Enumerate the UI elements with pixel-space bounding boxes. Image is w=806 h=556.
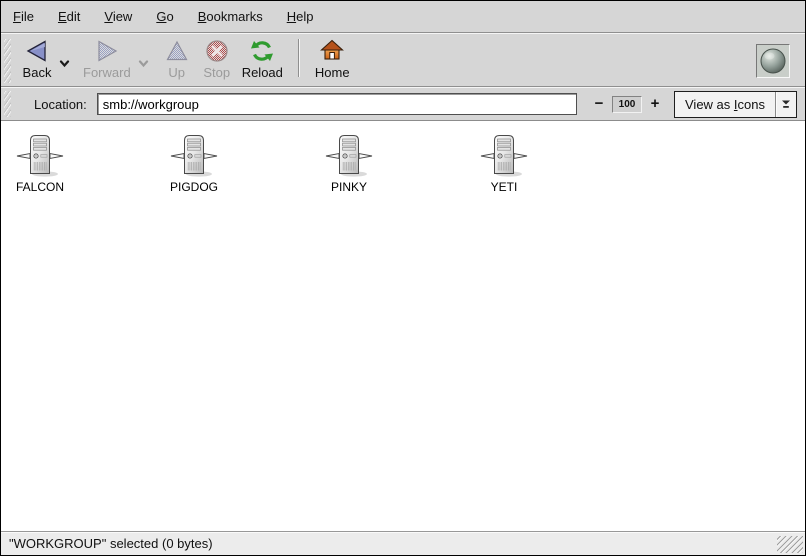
server-icon (16, 133, 64, 179)
up-label: Up (168, 65, 185, 80)
server-item-label: PINKY (310, 180, 388, 194)
server-item-pigdog[interactable]: PIGDOG (155, 133, 233, 194)
status-bar: "WORKGROUP" selected (0 bytes) (1, 531, 805, 555)
view-as-label: View as Icons (675, 92, 775, 117)
home-label: Home (315, 65, 350, 80)
throbber-globe-icon (759, 47, 787, 75)
server-icon (480, 133, 528, 179)
menu-edit[interactable]: Edit (50, 6, 88, 27)
server-icon (325, 133, 373, 179)
menu-go-rest: o (166, 9, 173, 24)
chevron-down-icon (59, 60, 70, 68)
locationbar-drag-handle[interactable] (4, 91, 11, 117)
menu-file-rest: ile (21, 9, 34, 24)
icon-view: FALCON PIGDOG PINKY YETI (1, 121, 805, 531)
zoom-in-button[interactable]: + (646, 95, 664, 113)
menu-help-rest: elp (296, 9, 313, 24)
server-item-pinky[interactable]: PINKY (310, 133, 388, 194)
forward-icon (94, 38, 120, 64)
menu-edit-accel: E (58, 9, 67, 24)
toolbar: Back Forward Up (1, 34, 805, 86)
server-item-label: FALCON (1, 180, 79, 194)
home-button[interactable]: Home (310, 36, 355, 80)
menu-go[interactable]: Go (148, 6, 181, 27)
view-as-rest: cons (738, 97, 765, 112)
menu-view-accel: V (104, 9, 112, 24)
view-as-pre: View as (685, 97, 734, 112)
back-history-dropdown[interactable] (57, 36, 72, 71)
server-item-falcon[interactable]: FALCON (1, 133, 79, 194)
reload-label: Reload (242, 65, 283, 80)
back-button[interactable]: Back (17, 36, 57, 80)
forward-history-dropdown[interactable] (136, 36, 151, 71)
chevron-down-icon (138, 60, 149, 68)
forward-button[interactable]: Forward (78, 36, 136, 80)
menu-view-rest: iew (113, 9, 133, 24)
server-item-label: PIGDOG (155, 180, 233, 194)
toolbar-separator (298, 39, 300, 77)
stop-icon (204, 38, 230, 64)
location-bar: Location: − 100 + View as Icons (1, 88, 805, 121)
menu-bookmarks-rest: ookmarks (206, 9, 262, 24)
menu-edit-rest: dit (67, 9, 81, 24)
menu-view[interactable]: View (96, 6, 140, 27)
location-label: Location: (34, 97, 87, 112)
menu-help[interactable]: Help (279, 6, 322, 27)
location-input[interactable] (97, 93, 577, 115)
throbber (756, 44, 790, 78)
up-button[interactable]: Up (157, 36, 197, 80)
menu-file-accel: F (13, 9, 21, 24)
status-text: "WORKGROUP" selected (0 bytes) (9, 536, 213, 551)
home-icon (319, 38, 345, 64)
menu-help-accel: H (287, 9, 296, 24)
menu-bookmarks[interactable]: Bookmarks (190, 6, 271, 27)
view-as-arrow-cell (775, 92, 796, 117)
server-item-yeti[interactable]: YETI (465, 133, 543, 194)
back-icon (24, 38, 50, 64)
up-icon (164, 38, 190, 64)
reload-button[interactable]: Reload (237, 36, 288, 80)
dropdown-arrow-icon (781, 99, 791, 109)
stop-button[interactable]: Stop (197, 36, 237, 80)
forward-label: Forward (83, 65, 131, 80)
resize-grip[interactable] (777, 536, 803, 553)
stop-label: Stop (203, 65, 230, 80)
view-as-select[interactable]: View as Icons (674, 91, 797, 118)
menu-go-accel: G (156, 9, 166, 24)
zoom-level-indicator: 100 (612, 96, 642, 113)
zoom-out-button[interactable]: − (590, 95, 608, 113)
menu-file[interactable]: File (5, 6, 42, 27)
toolbar-drag-handle[interactable] (4, 39, 11, 83)
server-item-label: YETI (465, 180, 543, 194)
file-manager-window: File Edit View Go Bookmarks Help Back Fo… (0, 0, 806, 556)
back-label: Back (23, 65, 52, 80)
server-icon (170, 133, 218, 179)
menu-bar: File Edit View Go Bookmarks Help (1, 1, 805, 32)
reload-icon (249, 38, 275, 64)
